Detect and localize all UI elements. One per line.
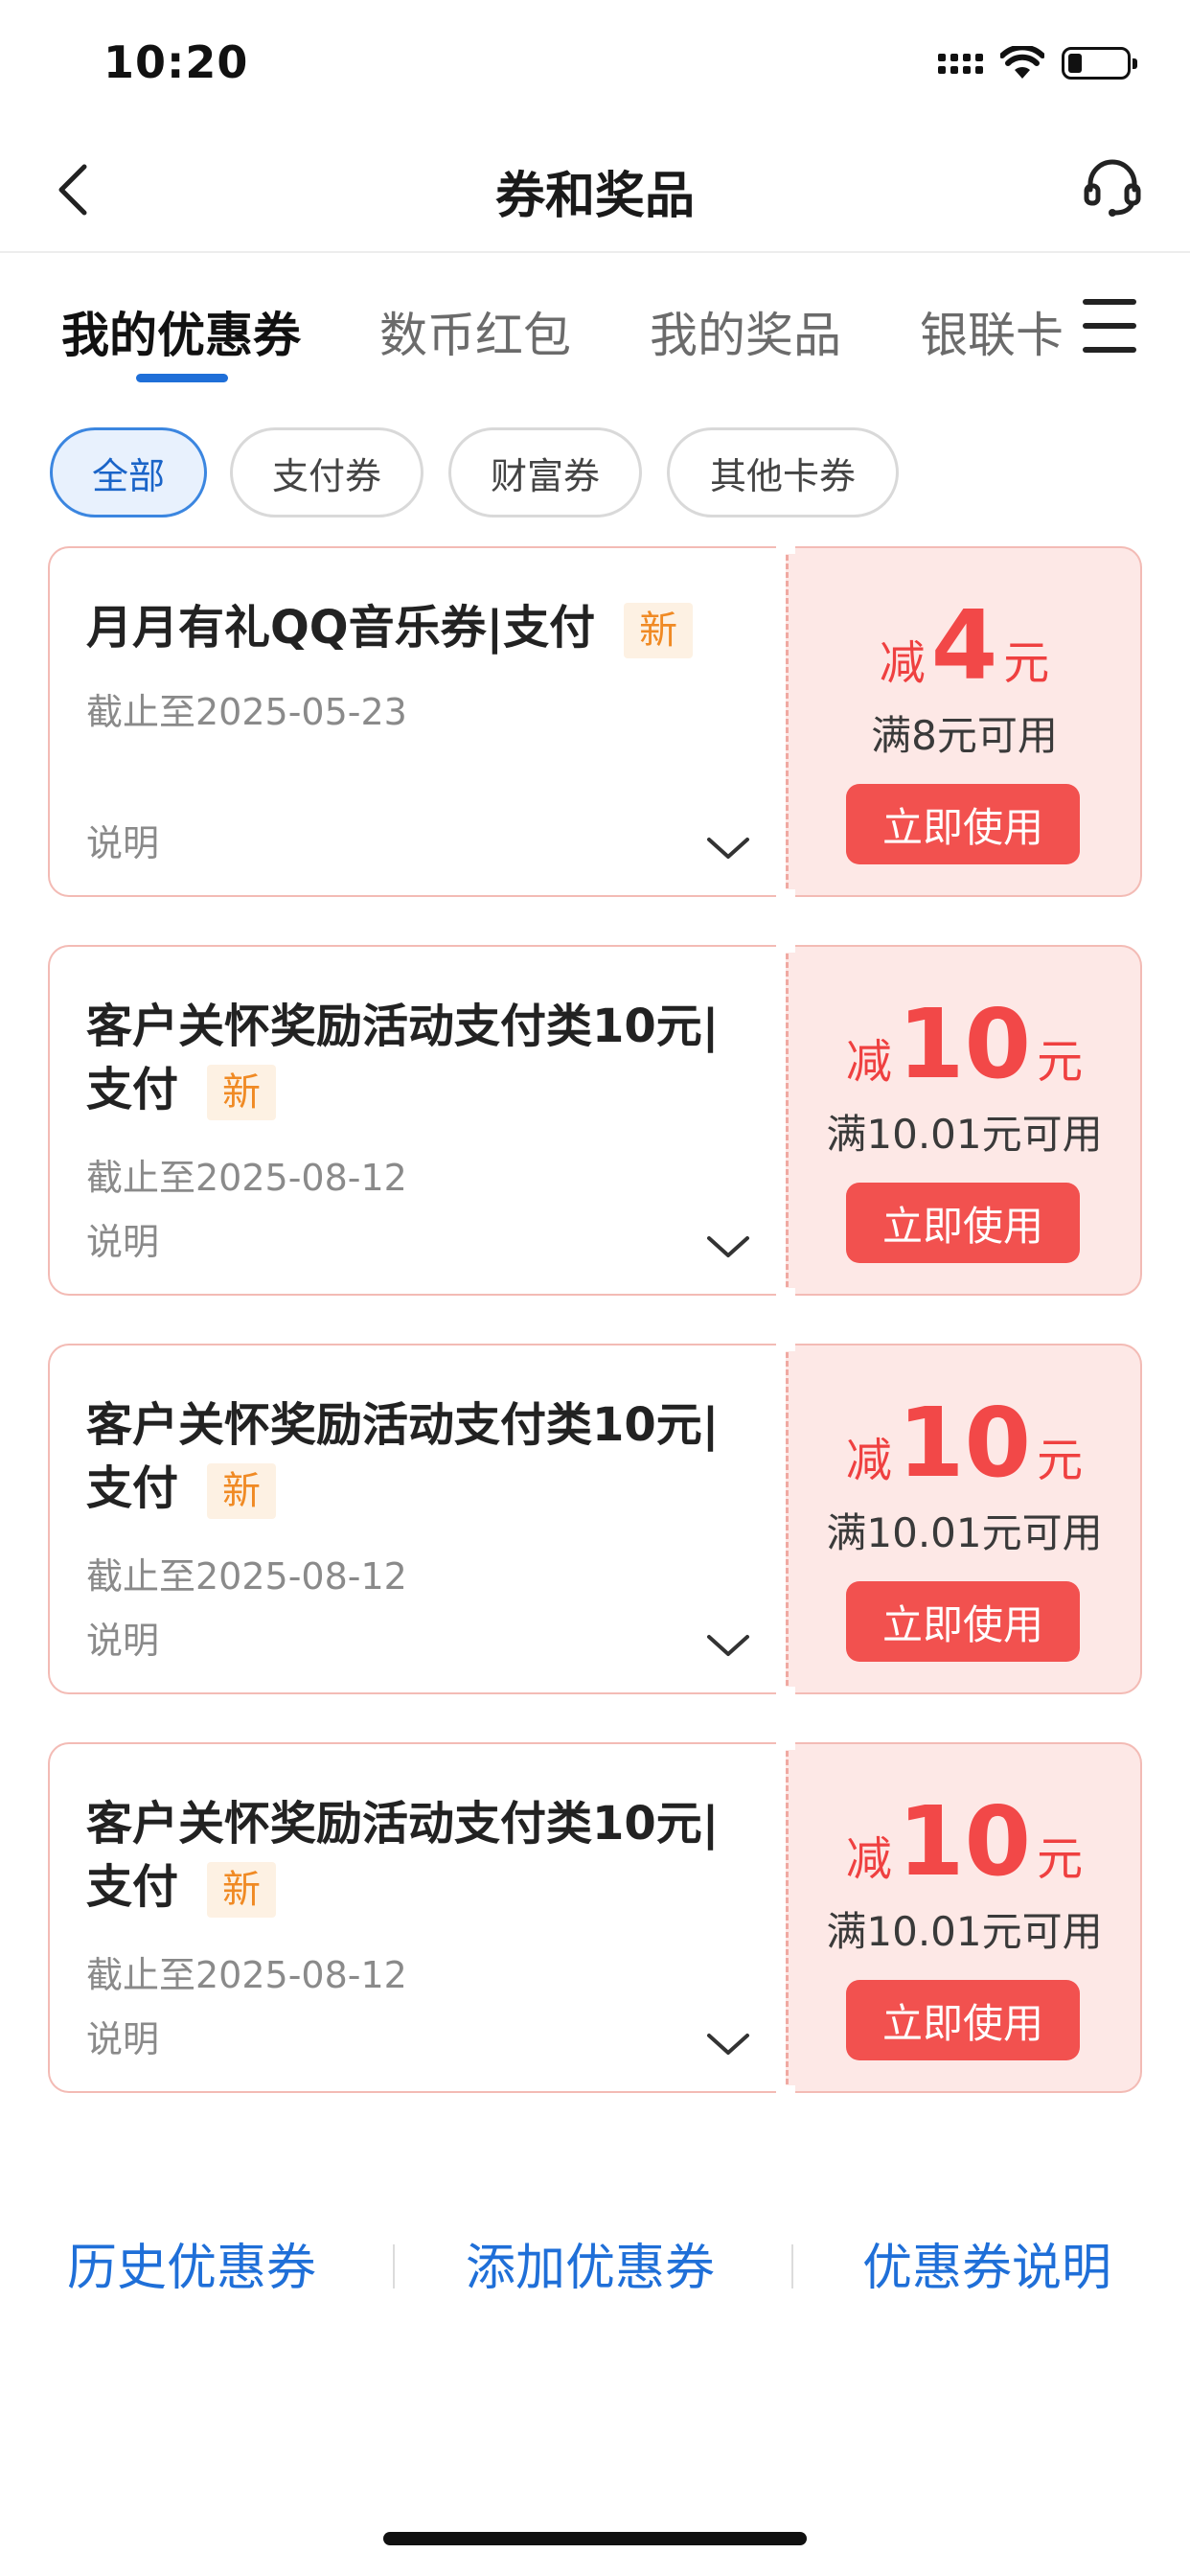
use-now-button[interactable]: 立即使用: [846, 1183, 1080, 1263]
status-icons: [938, 44, 1137, 82]
coupon-expiry: 截止至2025-05-23: [86, 691, 407, 733]
use-now-button[interactable]: 立即使用: [846, 1980, 1080, 2060]
filter-other-coupons[interactable]: 其他卡券: [667, 427, 899, 518]
tab-unionpay-card[interactable]: 银联卡: [920, 297, 1064, 366]
status-time: 10:20: [103, 36, 249, 88]
nav-divider: [0, 251, 1190, 253]
coupon-amount: 减 4 元: [879, 589, 1050, 702]
coupon-amount-value: 10: [897, 1785, 1032, 1898]
coupon-description-toggle[interactable]: 说明: [86, 1212, 159, 1265]
coupon-amount-value: 4: [930, 589, 998, 702]
coupon-description-toggle[interactable]: 说明: [86, 1611, 159, 1664]
coupon-condition: 满10.01元可用: [826, 1509, 1103, 1556]
coupon-amount: 减 10 元: [845, 1785, 1084, 1898]
coupon-card[interactable]: 客户关怀奖励活动支付类10元|支付新 截止至2025-08-12 说明 减 10…: [48, 1740, 1142, 2095]
history-coupons-link[interactable]: 历史优惠券: [67, 2227, 316, 2299]
chevron-down-icon[interactable]: [705, 1631, 751, 1660]
coupon-expiry: 截止至2025-08-12: [86, 1954, 407, 1996]
bottom-links: 历史优惠券 添加优惠券 优惠券说明: [0, 2227, 1190, 2304]
coupon-description-toggle[interactable]: 说明: [86, 814, 159, 866]
coupon-condition: 满8元可用: [871, 712, 1058, 759]
coupon-expiry: 截止至2025-08-12: [86, 1157, 407, 1199]
coupon-info-link[interactable]: 优惠券说明: [862, 2227, 1111, 2299]
coupon-amount: 减 10 元: [845, 1387, 1084, 1499]
link-separator: [791, 2244, 793, 2288]
chevron-down-icon[interactable]: [705, 834, 751, 862]
coupon-title: 客户关怀奖励活动支付类10元|支付新: [86, 1393, 747, 1520]
tab-digital-red-packets[interactable]: 数币红包: [379, 297, 571, 366]
coupon-info: 客户关怀奖励活动支付类10元|支付新 截止至2025-08-12 说明: [48, 945, 786, 1296]
active-tab-indicator: [136, 374, 228, 382]
coupon-amount-value: 10: [897, 1387, 1032, 1499]
coupon-value-panel: 减 10 元 满10.01元可用 立即使用: [786, 1344, 1142, 1694]
coupon-title: 月月有礼QQ音乐券|支付新: [86, 596, 747, 659]
tab-my-coupons[interactable]: 我的优惠券: [61, 297, 301, 366]
coupon-value-panel: 减 10 元 满10.01元可用 立即使用: [786, 1742, 1142, 2093]
coupon-title: 客户关怀奖励活动支付类10元|支付新: [86, 1792, 747, 1919]
coupon-condition: 满10.01元可用: [826, 1908, 1103, 1955]
coupon-condition: 满10.01元可用: [826, 1111, 1103, 1158]
chevron-down-icon[interactable]: [705, 1232, 751, 1261]
use-now-button[interactable]: 立即使用: [846, 1581, 1080, 1662]
coupon-value-panel: 减 4 元 满8元可用 立即使用: [786, 546, 1142, 897]
new-badge: 新: [207, 1463, 277, 1519]
filter-all[interactable]: 全部: [50, 427, 207, 518]
tab-my-prizes[interactable]: 我的奖品: [650, 297, 841, 366]
coupon-card[interactable]: 月月有礼QQ音乐券|支付新 截止至2025-05-23 说明 减 4 元 满8元…: [48, 544, 1142, 899]
coupon-card[interactable]: 客户关怀奖励活动支付类10元|支付新 截止至2025-08-12 说明 减 10…: [48, 1342, 1142, 1696]
coupon-description-toggle[interactable]: 说明: [86, 2010, 159, 2062]
new-badge: 新: [207, 1065, 277, 1120]
battery-icon: [1062, 47, 1137, 80]
headset-support-icon: [1084, 159, 1141, 217]
new-badge: 新: [624, 603, 694, 658]
coupon-info: 客户关怀奖励活动支付类10元|支付新 截止至2025-08-12 说明: [48, 1742, 786, 2093]
chevron-down-icon[interactable]: [705, 2030, 751, 2058]
tab-bar: 我的优惠券 数币红包 我的奖品 银联卡: [0, 288, 1190, 383]
customer-service-button[interactable]: [1081, 155, 1144, 218]
coupon-info: 月月有礼QQ音乐券|支付新 截止至2025-05-23 说明: [48, 546, 786, 897]
add-coupon-link[interactable]: 添加优惠券: [466, 2227, 715, 2299]
coupon-amount: 减 10 元: [845, 988, 1084, 1100]
new-badge: 新: [207, 1862, 277, 1918]
coupon-info: 客户关怀奖励活动支付类10元|支付新 截止至2025-08-12 说明: [48, 1344, 786, 1694]
filter-payment-coupons[interactable]: 支付券: [230, 427, 423, 518]
coupon-title: 客户关怀奖励活动支付类10元|支付新: [86, 995, 747, 1121]
use-now-button[interactable]: 立即使用: [846, 784, 1080, 864]
coupon-value-panel: 减 10 元 满10.01元可用 立即使用: [786, 945, 1142, 1296]
menu-icon[interactable]: [1083, 299, 1136, 353]
page-title: 券和奖品: [494, 168, 695, 225]
coupon-card[interactable]: 客户关怀奖励活动支付类10元|支付新 截止至2025-08-12 说明 减 10…: [48, 943, 1142, 1298]
link-separator: [393, 2244, 395, 2288]
filter-wealth-coupons[interactable]: 财富券: [448, 427, 642, 518]
wifi-icon: [1000, 46, 1044, 79]
cellular-signal-icon: [938, 53, 983, 74]
coupon-amount-value: 10: [897, 988, 1032, 1100]
home-indicator: [383, 2532, 807, 2545]
coupon-expiry: 截止至2025-08-12: [86, 1555, 407, 1598]
